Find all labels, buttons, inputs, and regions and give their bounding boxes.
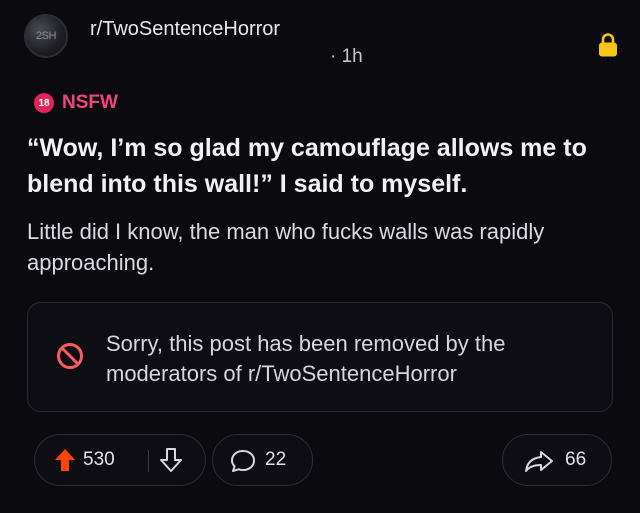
subreddit-avatar[interactable]: 2SH [24, 14, 68, 58]
downvote-arrow-icon[interactable] [159, 447, 183, 473]
nsfw-label: NSFW [62, 92, 118, 113]
removed-text: Sorry, this post has been removed by the… [106, 331, 506, 386]
comment-button[interactable]: 22 [212, 434, 313, 486]
post-body: Little did I know, the man who fucks wal… [27, 219, 545, 275]
upvote-arrow-icon[interactable] [53, 447, 77, 473]
vote-bar: 530 [34, 434, 206, 486]
comment-count: 22 [265, 449, 287, 470]
lock-icon [599, 33, 617, 57]
removed-notice: Sorry, this post has been removed by the… [27, 302, 613, 412]
post-title[interactable]: “Wow, I’m so glad my camouflage allows m… [27, 130, 617, 202]
share-arrow-icon [525, 451, 553, 472]
avatar-label: 2SH [36, 30, 56, 42]
share-button[interactable]: 66 [502, 434, 612, 486]
nsfw-tag: 18 NSFW [34, 92, 118, 114]
upvote-count: 530 [83, 449, 115, 470]
comment-bubble-icon [231, 450, 255, 472]
subreddit-name[interactable]: r/TwoSentenceHorror [90, 18, 280, 41]
vote-divider [148, 450, 149, 472]
prohibited-icon [57, 343, 83, 369]
share-count: 66 [565, 449, 587, 470]
post-time: · 1h [330, 46, 363, 67]
nsfw-badge: 18 [34, 93, 54, 113]
